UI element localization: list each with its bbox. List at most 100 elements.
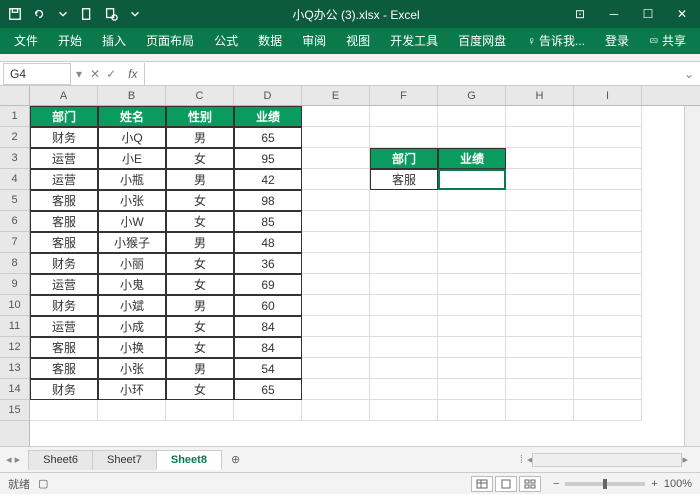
cell[interactable]: 小鬼 bbox=[98, 274, 166, 295]
row-header[interactable]: 6 bbox=[0, 211, 29, 232]
cell[interactable] bbox=[506, 106, 574, 127]
cell[interactable]: 69 bbox=[234, 274, 302, 295]
cell[interactable] bbox=[506, 316, 574, 337]
col-header[interactable]: I bbox=[574, 86, 642, 105]
cell[interactable] bbox=[438, 358, 506, 379]
redo-dropdown-icon[interactable] bbox=[54, 5, 72, 23]
cell[interactable] bbox=[438, 253, 506, 274]
formula-expand-icon[interactable]: ⌄ bbox=[678, 67, 700, 81]
cell[interactable] bbox=[438, 379, 506, 400]
cell[interactable]: 女 bbox=[166, 253, 234, 274]
cell[interactable] bbox=[302, 190, 370, 211]
minimize-icon[interactable]: ─ bbox=[602, 7, 626, 21]
cell[interactable]: 小W bbox=[98, 211, 166, 232]
tab-百度网盘[interactable]: 百度网盘 bbox=[448, 28, 516, 54]
cell[interactable]: 部门 bbox=[30, 106, 98, 127]
cell[interactable] bbox=[302, 358, 370, 379]
cell[interactable]: 业绩 bbox=[438, 148, 506, 169]
cell[interactable] bbox=[574, 316, 642, 337]
cell[interactable]: 小张 bbox=[98, 190, 166, 211]
cell[interactable]: 业绩 bbox=[234, 106, 302, 127]
cell[interactable] bbox=[302, 337, 370, 358]
cancel-formula-icon[interactable]: ✕ bbox=[90, 67, 100, 81]
cell[interactable]: 女 bbox=[166, 337, 234, 358]
namebox-dropdown-icon[interactable]: ▾ bbox=[74, 67, 84, 81]
cell[interactable] bbox=[574, 190, 642, 211]
zoom-control[interactable]: − + 100% bbox=[553, 478, 692, 490]
cell[interactable]: 小张 bbox=[98, 358, 166, 379]
cell[interactable] bbox=[574, 232, 642, 253]
cell[interactable] bbox=[302, 106, 370, 127]
ribbon-options-icon[interactable]: ⊡ bbox=[568, 7, 592, 21]
cell[interactable] bbox=[370, 295, 438, 316]
cell[interactable] bbox=[506, 127, 574, 148]
login-button[interactable]: 登录 bbox=[595, 28, 639, 54]
cell[interactable]: 54 bbox=[234, 358, 302, 379]
cell[interactable]: 客服 bbox=[30, 232, 98, 253]
cell[interactable]: 女 bbox=[166, 190, 234, 211]
cell[interactable] bbox=[574, 379, 642, 400]
name-box[interactable]: G4 bbox=[3, 63, 71, 85]
row-header[interactable]: 13 bbox=[0, 358, 29, 379]
fx-icon[interactable]: fx bbox=[122, 67, 143, 81]
row-header[interactable]: 8 bbox=[0, 253, 29, 274]
cell[interactable]: 小换 bbox=[98, 337, 166, 358]
col-header[interactable]: B bbox=[98, 86, 166, 105]
formula-input[interactable] bbox=[144, 63, 678, 85]
cell[interactable] bbox=[234, 400, 302, 421]
cell[interactable] bbox=[574, 127, 642, 148]
cell[interactable] bbox=[574, 148, 642, 169]
cell[interactable]: 小猴子 bbox=[98, 232, 166, 253]
cell[interactable] bbox=[370, 232, 438, 253]
cell[interactable]: 84 bbox=[234, 337, 302, 358]
cell[interactable] bbox=[370, 316, 438, 337]
cell[interactable]: 运营 bbox=[30, 274, 98, 295]
cell[interactable]: 48 bbox=[234, 232, 302, 253]
cell[interactable]: 36 bbox=[234, 253, 302, 274]
cell[interactable]: 客服 bbox=[30, 211, 98, 232]
cells-area[interactable]: 部门姓名性别业绩财务小Q男65运营小E女95部门业绩运营小瓶男42客服客服小张女… bbox=[30, 106, 700, 421]
print-preview-icon[interactable] bbox=[102, 5, 120, 23]
cell[interactable] bbox=[574, 274, 642, 295]
cell[interactable]: 部门 bbox=[370, 148, 438, 169]
cell[interactable] bbox=[506, 232, 574, 253]
cell[interactable] bbox=[574, 400, 642, 421]
cell[interactable]: 运营 bbox=[30, 169, 98, 190]
tab-视图[interactable]: 视图 bbox=[336, 28, 380, 54]
cell[interactable] bbox=[98, 400, 166, 421]
macro-record-icon[interactable]: ▢ bbox=[38, 477, 48, 490]
cell[interactable] bbox=[506, 295, 574, 316]
tab-数据[interactable]: 数据 bbox=[248, 28, 292, 54]
cell[interactable]: 84 bbox=[234, 316, 302, 337]
cell[interactable] bbox=[506, 148, 574, 169]
cell[interactable]: 女 bbox=[166, 148, 234, 169]
page-break-view-icon[interactable] bbox=[519, 476, 541, 492]
cell[interactable] bbox=[506, 253, 574, 274]
new-icon[interactable] bbox=[78, 5, 96, 23]
cell[interactable] bbox=[302, 274, 370, 295]
tab-开始[interactable]: 开始 bbox=[48, 28, 92, 54]
cell[interactable]: 小瓶 bbox=[98, 169, 166, 190]
page-layout-view-icon[interactable] bbox=[495, 476, 517, 492]
sheet-nav[interactable]: ◂ ▸ bbox=[6, 453, 28, 466]
cell[interactable]: 65 bbox=[234, 379, 302, 400]
cell[interactable] bbox=[302, 127, 370, 148]
cell[interactable]: 男 bbox=[166, 358, 234, 379]
cell[interactable]: 65 bbox=[234, 127, 302, 148]
cell[interactable] bbox=[370, 127, 438, 148]
cell[interactable] bbox=[370, 379, 438, 400]
row-header[interactable]: 11 bbox=[0, 316, 29, 337]
cell[interactable]: 财务 bbox=[30, 253, 98, 274]
tab-公式[interactable]: 公式 bbox=[204, 28, 248, 54]
row-header[interactable]: 7 bbox=[0, 232, 29, 253]
cell[interactable] bbox=[302, 316, 370, 337]
col-header[interactable]: G bbox=[438, 86, 506, 105]
sheet-tab[interactable]: Sheet6 bbox=[28, 450, 93, 470]
cell[interactable] bbox=[506, 379, 574, 400]
save-icon[interactable] bbox=[6, 5, 24, 23]
cell[interactable]: 性别 bbox=[166, 106, 234, 127]
qat-more-icon[interactable] bbox=[126, 5, 144, 23]
cell[interactable] bbox=[30, 400, 98, 421]
undo-icon[interactable] bbox=[30, 5, 48, 23]
cell[interactable]: 85 bbox=[234, 211, 302, 232]
